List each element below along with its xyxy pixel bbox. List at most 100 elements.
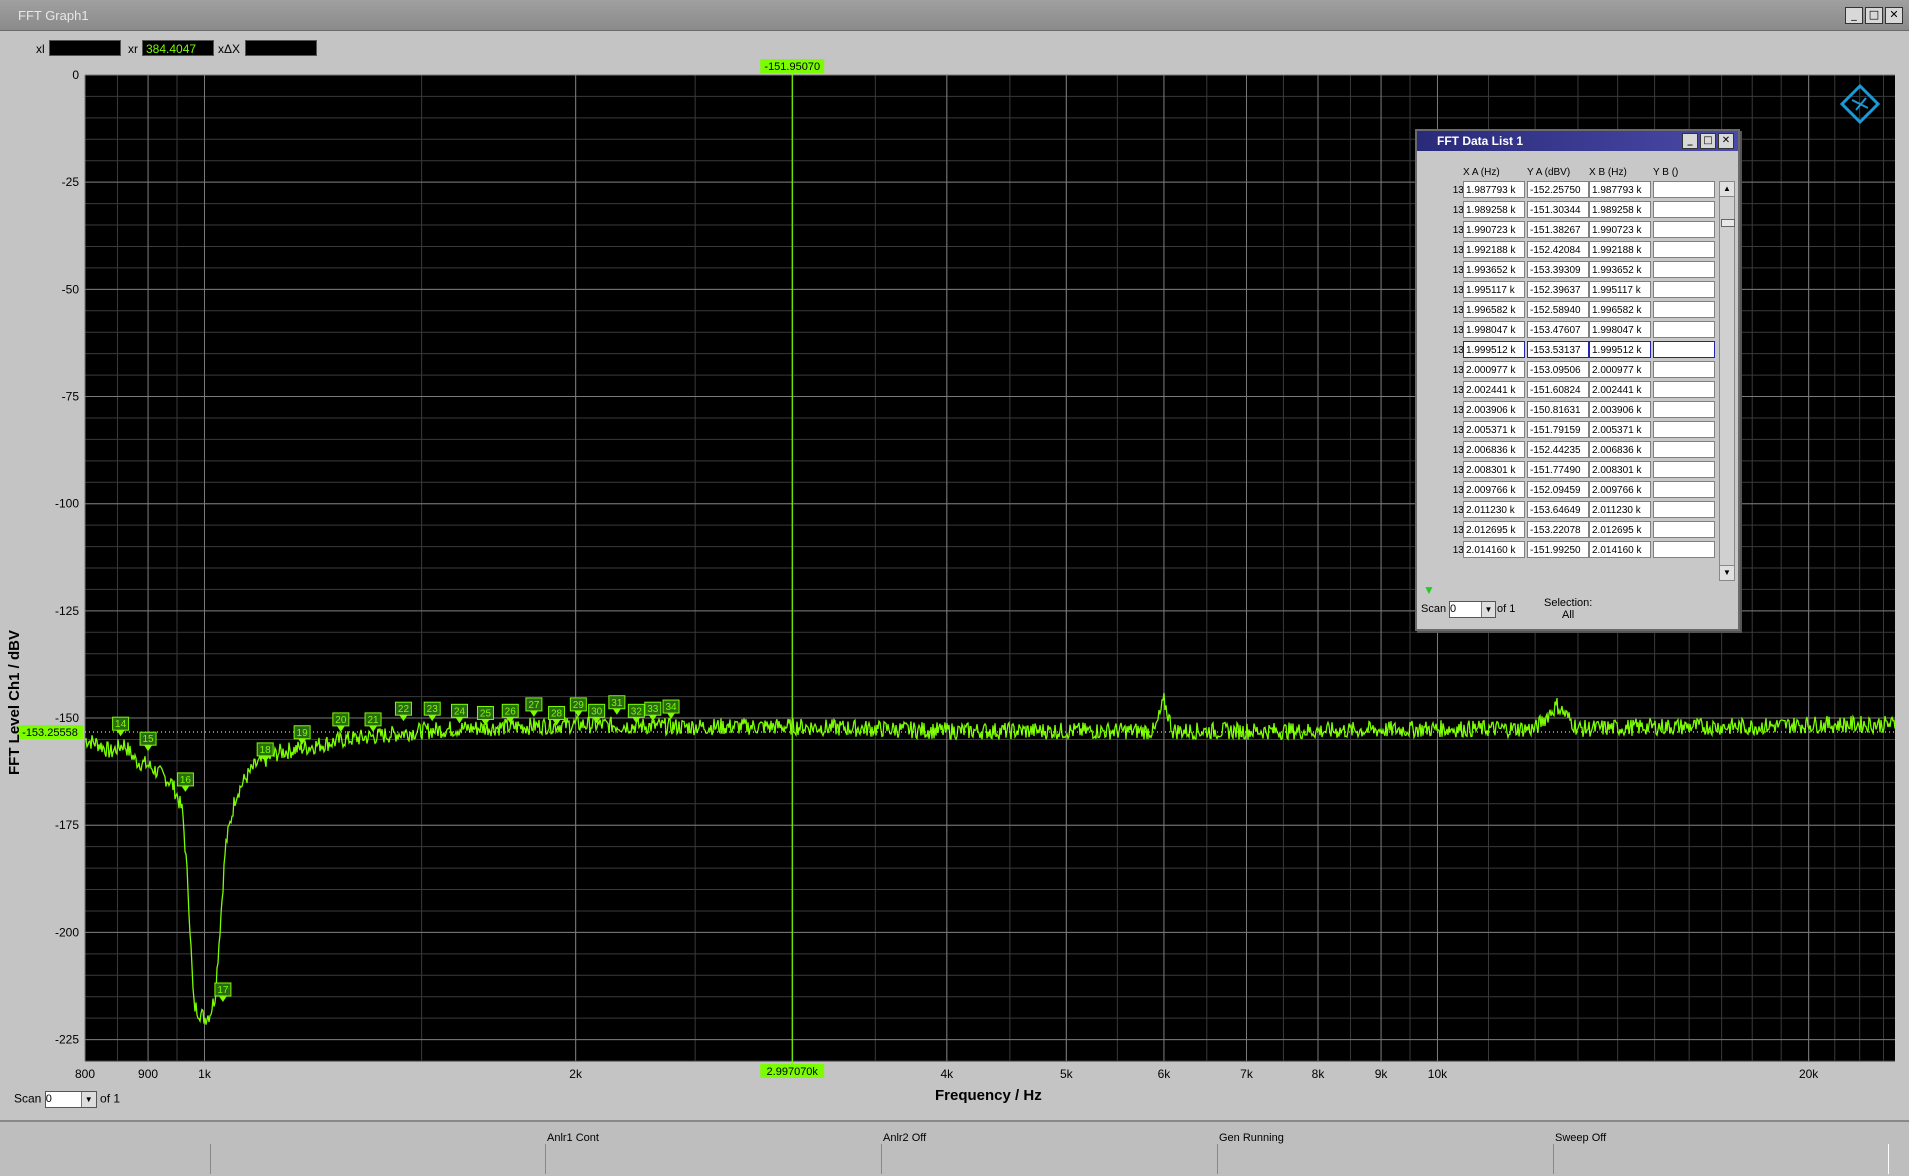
cell-xb[interactable]: 1.990723 k — [1589, 221, 1651, 238]
cell-xa[interactable]: 1.998047 k — [1463, 321, 1525, 338]
cell-ya[interactable]: -152.58940 — [1527, 301, 1589, 318]
table-row[interactable]: 13651.998047 k-153.476071.998047 k — [1417, 321, 1717, 341]
cell-yb[interactable] — [1653, 421, 1715, 438]
cell-xb[interactable]: 1.996582 k — [1589, 301, 1651, 318]
cell-yb[interactable] — [1653, 481, 1715, 498]
cell-xb[interactable]: 1.992188 k — [1589, 241, 1651, 258]
cell-xa[interactable]: 1.987793 k — [1463, 181, 1525, 198]
cell-yb[interactable] — [1653, 381, 1715, 398]
cell-xa[interactable]: 1.989258 k — [1463, 201, 1525, 218]
data-list-close-button[interactable]: ✕ — [1718, 133, 1734, 149]
cell-ya[interactable]: -151.77490 — [1527, 461, 1589, 478]
cell-xa[interactable]: 2.005371 k — [1463, 421, 1525, 438]
cell-xa[interactable]: 2.006836 k — [1463, 441, 1525, 458]
cell-ya[interactable]: -153.09506 — [1527, 361, 1589, 378]
table-row[interactable]: 13692.003906 k-150.816312.003906 k — [1417, 401, 1717, 421]
cell-ya[interactable]: -153.39309 — [1527, 261, 1589, 278]
cell-xb[interactable]: 2.002441 k — [1589, 381, 1651, 398]
cell-xa[interactable]: 1.999512 k — [1463, 341, 1525, 358]
cell-yb[interactable] — [1653, 301, 1715, 318]
cell-yb[interactable] — [1653, 401, 1715, 418]
cell-xb[interactable]: 2.000977 k — [1589, 361, 1651, 378]
cell-yb[interactable] — [1653, 261, 1715, 278]
cell-xa[interactable]: 2.011230 k — [1463, 501, 1525, 518]
cell-xa[interactable]: 2.002441 k — [1463, 381, 1525, 398]
cell-xa[interactable]: 2.008301 k — [1463, 461, 1525, 478]
cell-xb[interactable]: 1.989258 k — [1589, 201, 1651, 218]
cell-xb[interactable]: 1.995117 k — [1589, 281, 1651, 298]
cell-xa[interactable]: 1.995117 k — [1463, 281, 1525, 298]
cell-ya[interactable]: -153.64649 — [1527, 501, 1589, 518]
cell-ya[interactable]: -150.81631 — [1527, 401, 1589, 418]
cell-xb[interactable]: 2.003906 k — [1589, 401, 1651, 418]
cell-ya[interactable]: -152.25750 — [1527, 181, 1589, 198]
cell-yb[interactable] — [1653, 341, 1715, 358]
cell-ya[interactable]: -153.22078 — [1527, 521, 1589, 538]
cell-ya[interactable]: -151.60824 — [1527, 381, 1589, 398]
cell-yb[interactable] — [1653, 461, 1715, 478]
table-row[interactable]: 13722.008301 k-151.774902.008301 k — [1417, 461, 1717, 481]
table-row[interactable]: 13581.987793 k-152.257501.987793 k — [1417, 181, 1717, 201]
cell-xb[interactable]: 1.998047 k — [1589, 321, 1651, 338]
table-row[interactable]: 13631.995117 k-152.396371.995117 k — [1417, 281, 1717, 301]
chevron-down-icon[interactable]: ▼ — [80, 1092, 96, 1107]
cell-xa[interactable]: 2.000977 k — [1463, 361, 1525, 378]
cell-ya[interactable]: -151.30344 — [1527, 201, 1589, 218]
scan-select[interactable]: 0 ▼ — [44, 1091, 97, 1108]
table-row[interactable]: 13702.005371 k-151.791592.005371 k — [1417, 421, 1717, 441]
cell-yb[interactable] — [1653, 521, 1715, 538]
cell-xa[interactable]: 2.014160 k — [1463, 541, 1525, 558]
scroll-up-icon[interactable]: ▲ — [1720, 182, 1734, 197]
cell-xa[interactable]: 2.012695 k — [1463, 521, 1525, 538]
cell-xb[interactable]: 1.987793 k — [1589, 181, 1651, 198]
data-list-titlebar[interactable]: FFT Data List 1 _ □ ✕ — [1417, 131, 1738, 151]
cell-xb[interactable]: 1.999512 k — [1589, 341, 1651, 358]
table-row[interactable]: 13672.000977 k-153.095062.000977 k — [1417, 361, 1717, 381]
table-row[interactable]: 13682.002441 k-151.608242.002441 k — [1417, 381, 1717, 401]
cell-ya[interactable]: -152.42084 — [1527, 241, 1589, 258]
cell-yb[interactable] — [1653, 281, 1715, 298]
cell-yb[interactable] — [1653, 181, 1715, 198]
data-list-maximize-button[interactable]: □ — [1700, 133, 1716, 149]
cell-xa[interactable]: 2.003906 k — [1463, 401, 1525, 418]
table-row[interactable]: 13611.992188 k-152.420841.992188 k — [1417, 241, 1717, 261]
table-row[interactable]: 13752.012695 k-153.220782.012695 k — [1417, 521, 1717, 541]
cell-xb[interactable]: 2.012695 k — [1589, 521, 1651, 538]
chevron-down-icon[interactable]: ▼ — [1481, 602, 1495, 617]
cell-xa[interactable]: 1.992188 k — [1463, 241, 1525, 258]
cell-yb[interactable] — [1653, 241, 1715, 258]
cell-ya[interactable]: -151.38267 — [1527, 221, 1589, 238]
table-row[interactable]: 13661.999512 k-153.531371.999512 k — [1417, 341, 1717, 361]
table-row[interactable]: 13621.993652 k-153.393091.993652 k — [1417, 261, 1717, 281]
cell-xb[interactable]: 1.993652 k — [1589, 261, 1651, 278]
cell-xa[interactable]: 1.996582 k — [1463, 301, 1525, 318]
cell-xa[interactable]: 1.993652 k — [1463, 261, 1525, 278]
cell-yb[interactable] — [1653, 501, 1715, 518]
cell-ya[interactable]: -152.39637 — [1527, 281, 1589, 298]
table-row[interactable]: 13712.006836 k-152.442352.006836 k — [1417, 441, 1717, 461]
table-row[interactable]: 13762.014160 k-151.992502.014160 k — [1417, 541, 1717, 561]
cell-ya[interactable]: -151.79159 — [1527, 421, 1589, 438]
cell-ya[interactable]: -151.99250 — [1527, 541, 1589, 558]
data-list-scrollbar[interactable]: ▲ ▼ — [1719, 181, 1735, 581]
cell-xb[interactable]: 2.011230 k — [1589, 501, 1651, 518]
cell-xa[interactable]: 1.990723 k — [1463, 221, 1525, 238]
cell-yb[interactable] — [1653, 321, 1715, 338]
cell-ya[interactable]: -153.53137 — [1527, 341, 1589, 358]
table-row[interactable]: 13641.996582 k-152.589401.996582 k — [1417, 301, 1717, 321]
table-row[interactable]: 13591.989258 k-151.303441.989258 k — [1417, 201, 1717, 221]
scroll-thumb[interactable] — [1721, 219, 1735, 227]
cell-xb[interactable]: 2.005371 k — [1589, 421, 1651, 438]
cell-xb[interactable]: 2.014160 k — [1589, 541, 1651, 558]
table-row[interactable]: 13742.011230 k-153.646492.011230 k — [1417, 501, 1717, 521]
cell-xb[interactable]: 2.009766 k — [1589, 481, 1651, 498]
cell-yb[interactable] — [1653, 201, 1715, 218]
scroll-down-icon[interactable]: ▼ — [1720, 565, 1734, 580]
cell-xb[interactable]: 2.006836 k — [1589, 441, 1651, 458]
cell-ya[interactable]: -152.09459 — [1527, 481, 1589, 498]
cell-yb[interactable] — [1653, 441, 1715, 458]
cell-ya[interactable]: -152.44235 — [1527, 441, 1589, 458]
data-list-scan-select[interactable]: 0 ▼ — [1449, 601, 1496, 618]
cell-ya[interactable]: -153.47607 — [1527, 321, 1589, 338]
cell-xa[interactable]: 2.009766 k — [1463, 481, 1525, 498]
